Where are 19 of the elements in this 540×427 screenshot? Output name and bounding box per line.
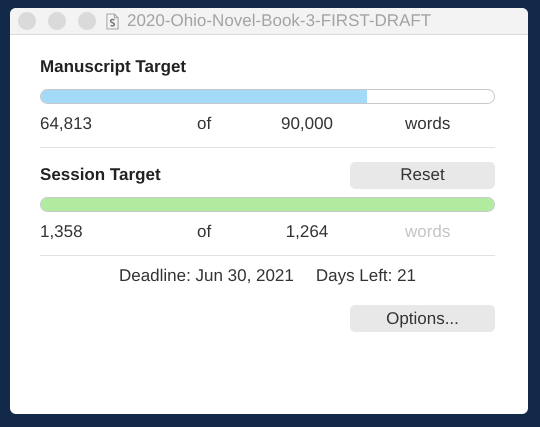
- target-count: 1,264: [286, 222, 328, 242]
- of-label: of: [197, 222, 212, 242]
- unit-label: words: [405, 114, 452, 134]
- of-label: of: [197, 114, 212, 134]
- word-count: 64,813: [40, 114, 93, 134]
- close-button[interactable]: [18, 12, 36, 30]
- unit-label: words: [405, 222, 452, 242]
- reset-button[interactable]: Reset: [350, 162, 495, 188]
- deadline-label: Deadline: Jun 30, 2021: [118, 266, 294, 286]
- section-title: Session Target: [40, 165, 161, 185]
- section-title: Manuscript Target: [40, 57, 186, 77]
- options-button[interactable]: Options...: [350, 305, 495, 332]
- target-count: 90,000: [281, 114, 333, 134]
- zoom-button[interactable]: [78, 12, 96, 30]
- word-count: 1,358: [40, 222, 84, 242]
- document-icon: [106, 12, 119, 30]
- minimize-button[interactable]: [48, 12, 66, 30]
- window-title: 2020-Ohio-Novel-Book-3-FIRST-DRAFT: [127, 11, 432, 31]
- days-left-label: Days Left: 21: [316, 266, 416, 286]
